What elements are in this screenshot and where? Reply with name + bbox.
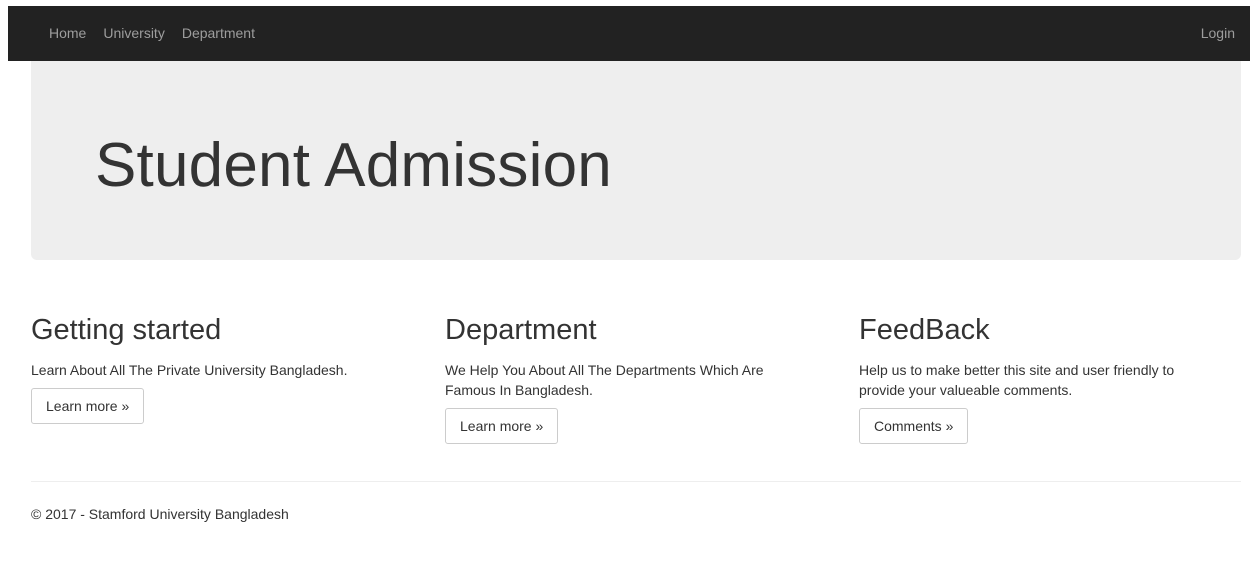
column-heading: Getting started xyxy=(31,314,222,346)
page-title: Student Admission xyxy=(95,131,612,200)
column-department: Department We Help You About All The Dep… xyxy=(445,314,825,444)
column-text: Help us to make better this site and use… xyxy=(859,362,1175,398)
column-text: We Help You About All The Departments Wh… xyxy=(445,362,764,398)
nav-link-university[interactable]: University xyxy=(103,6,164,61)
column-heading: Department xyxy=(445,314,597,346)
column-text: Learn About All The Private University B… xyxy=(31,362,348,378)
login-link[interactable]: Login xyxy=(1201,6,1235,61)
navbar: Home University Department Login xyxy=(8,6,1250,61)
nav-right: Login xyxy=(1201,6,1235,61)
jumbotron: Student Admission xyxy=(31,61,1241,260)
footer-divider xyxy=(31,481,1241,482)
learn-more-button[interactable]: Learn more » xyxy=(445,408,559,444)
nav-link-home[interactable]: Home xyxy=(49,6,86,61)
column-heading: FeedBack xyxy=(859,314,990,346)
nav-links: Home University Department xyxy=(49,6,270,61)
comments-button[interactable]: Comments » xyxy=(859,408,969,444)
learn-more-button[interactable]: Learn more » xyxy=(31,388,145,424)
column-getting-started: Getting started Learn About All The Priv… xyxy=(31,314,411,424)
footer-copyright: © 2017 - Stamford University Bangladesh xyxy=(31,506,289,522)
nav-link-department[interactable]: Department xyxy=(182,6,255,61)
column-feedback: FeedBack Help us to make better this sit… xyxy=(859,314,1239,444)
